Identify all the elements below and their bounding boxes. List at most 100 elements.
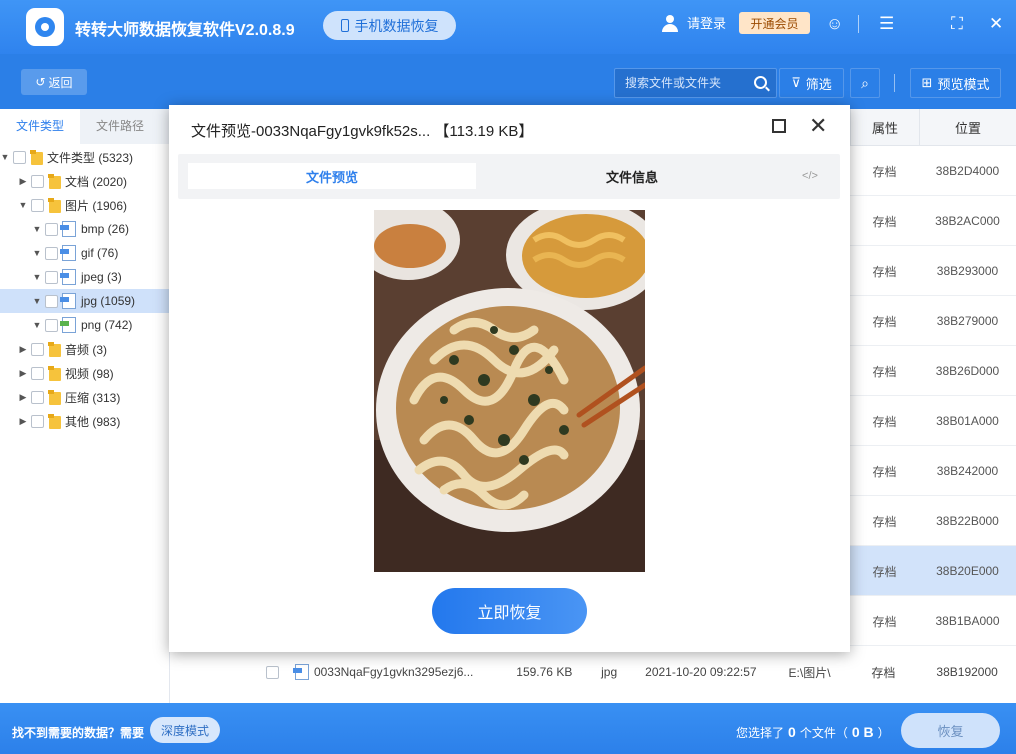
chevron-right-icon[interactable]: ▼ (32, 272, 42, 282)
tree-item[interactable]: ▶ 文档 (2020) (0, 169, 169, 193)
tree-checkbox[interactable] (31, 390, 44, 404)
tree-item[interactable]: ▼ 文件类型 (5323) (0, 145, 169, 169)
back-label: 返回 (48, 75, 73, 90)
tree-checkbox[interactable] (31, 198, 44, 212)
tree-item-label: 文件类型 (5323) (47, 150, 134, 165)
search-icon[interactable] (754, 76, 767, 89)
chevron-right-icon[interactable]: ▼ (32, 296, 42, 306)
mobile-recovery-button[interactable]: 手机数据恢复 (323, 11, 456, 40)
selected-count: 0 (788, 724, 796, 740)
row-checkbox[interactable] (266, 665, 279, 679)
dialog-tabs: 文件预览 文件信息 </> (178, 154, 840, 199)
chevron-right-icon[interactable]: ▶ (18, 176, 28, 187)
tree-item[interactable]: ▶ 其他 (983) (0, 409, 169, 433)
tab-file-preview[interactable]: 文件预览 (188, 163, 476, 189)
chevron-right-icon[interactable]: ▼ (32, 320, 42, 330)
row-attr: 存档 (872, 264, 897, 279)
row-attr: 存档 (872, 414, 897, 429)
menu-icon[interactable]: ☰ (879, 14, 894, 34)
restore-now-button[interactable]: 立即恢复 (432, 588, 587, 634)
chevron-down-icon[interactable]: ▼ (18, 200, 28, 210)
tree-item[interactable]: ▼ png (742) (0, 313, 169, 337)
tree-checkbox[interactable] (31, 174, 44, 188)
zoom-search-icon: ⌕ (861, 74, 869, 91)
chevron-right-icon[interactable]: ▶ (18, 392, 28, 403)
login-label: 请登录 (687, 16, 727, 31)
tab-file-info[interactable]: 文件信息 (508, 163, 756, 189)
tree-item-label: 音频 (3) (65, 342, 108, 357)
tree-checkbox[interactable] (31, 342, 44, 356)
filter-button[interactable]: ⊽ 筛选 (779, 68, 844, 98)
tab-file-path[interactable]: 文件路径 (80, 109, 160, 144)
row-divider (850, 645, 1016, 646)
image-file-icon (60, 221, 76, 237)
filter-label: 筛选 (805, 76, 832, 92)
tree-checkbox[interactable] (45, 270, 58, 284)
preview-mode-button[interactable]: ⊞ 预览模式 (910, 68, 1001, 98)
row-date: 2021-10-20 09:22:57 (645, 665, 757, 679)
maximize-icon[interactable]: ⛶ (951, 14, 963, 34)
toolbar: ↺ 返回 ⊽ 筛选 ⌕ ⊞ 预览模式 (0, 54, 1016, 109)
tree-checkbox[interactable] (31, 414, 44, 428)
chevron-right-icon[interactable]: ▼ (32, 224, 42, 234)
file-preview-dialog: 文件预览-0033NqaFgy1gvk9fk52s... 【113.19 KB】… (169, 105, 850, 652)
row-attr: 存档 (871, 665, 896, 680)
tree-item[interactable]: ▼ bmp (26) (0, 217, 169, 241)
table-row[interactable]: 0033NqaFgy1gvkn3295ezj6... 159.76 KB jpg… (256, 647, 1016, 697)
chevron-right-icon[interactable]: ▶ (18, 368, 28, 379)
recover-button[interactable]: 恢复 (901, 713, 1000, 748)
tree-item[interactable]: ▼ jpg (1059) (0, 289, 169, 313)
deep-mode-button[interactable]: 深度模式 (150, 717, 220, 743)
row-location: 38B1BA000 (935, 614, 1000, 628)
tree-item-label: png (742) (81, 318, 133, 332)
selection-summary: 您选择了 0 个文件（ 0 B ） (736, 724, 890, 741)
row-attr: 存档 (872, 314, 897, 329)
noodle-photo (374, 210, 645, 572)
chevron-down-icon[interactable]: ▼ (0, 152, 10, 162)
login-button[interactable]: 请登录 (661, 13, 726, 32)
row-type: jpg (601, 665, 618, 679)
tree-item[interactable]: ▶ 音频 (3) (0, 337, 169, 361)
search-input[interactable] (615, 69, 747, 97)
jpg-file-icon (292, 664, 309, 680)
selected-suffix: ） (877, 726, 890, 740)
tree-checkbox[interactable] (31, 366, 44, 380)
bottom-bar: 找不到需要的数据？需要 深度模式 您选择了 0 个文件（ 0 B ） 恢复 (0, 703, 1016, 754)
row-attr: 存档 (872, 214, 897, 229)
toolbar-divider (894, 74, 895, 92)
tree-item[interactable]: ▼ gif (76) (0, 241, 169, 265)
column-header-attr[interactable]: 属性 (850, 109, 919, 146)
column-header-location[interactable]: 位置 (919, 109, 1016, 146)
app-title: 转转大师数据恢复软件V2.0.8.9 (75, 22, 295, 39)
tree-checkbox[interactable] (45, 222, 58, 236)
maximize-dialog-icon[interactable] (772, 119, 786, 133)
tree-item[interactable]: ▼ jpeg (3) (0, 265, 169, 289)
chevron-right-icon[interactable]: ▶ (18, 344, 28, 355)
tab-file-type[interactable]: 文件类型 (0, 109, 80, 144)
chevron-right-icon[interactable]: ▶ (18, 416, 28, 427)
row-location: 38B242000 (936, 464, 999, 478)
close-icon[interactable]: ✕ (989, 14, 1003, 34)
close-dialog-icon[interactable]: ✕ (809, 115, 827, 137)
tree-item[interactable]: ▼ 图片 (1906) (0, 193, 169, 217)
folder-icon (30, 149, 43, 165)
tree-item[interactable]: ▶ 视频 (98) (0, 361, 169, 385)
tree-checkbox[interactable] (45, 246, 58, 260)
back-button[interactable]: ↺ 返回 (21, 69, 87, 95)
row-location: 38B293000 (936, 264, 999, 278)
support-icon[interactable]: ☺ (826, 14, 843, 34)
row-location: 38B279000 (936, 314, 999, 328)
sidebar: 文件类型 文件路径 ▼ 文件类型 (5323) ▶ 文档 (2020) ▼ 图片 (190… (0, 109, 170, 703)
tree-checkbox[interactable] (45, 294, 58, 308)
row-attr: 存档 (872, 614, 897, 629)
tree-item[interactable]: ▶ 压缩 (313) (0, 385, 169, 409)
title-bar: 转转大师数据恢复软件V2.0.8.9 手机数据恢复 请登录 开通会员 ☺ ☰ ⛶… (0, 0, 1016, 54)
vip-button[interactable]: 开通会员 (739, 12, 810, 34)
tree-checkbox[interactable] (13, 150, 26, 164)
tab-code-view[interactable]: </> (790, 163, 830, 189)
chevron-right-icon[interactable]: ▼ (32, 248, 42, 258)
not-found-text: 找不到需要的数据？需要 (12, 726, 145, 740)
tree-checkbox[interactable] (45, 318, 58, 332)
zoom-search-button[interactable]: ⌕ (850, 68, 880, 98)
tree-item-label: gif (76) (81, 246, 119, 260)
